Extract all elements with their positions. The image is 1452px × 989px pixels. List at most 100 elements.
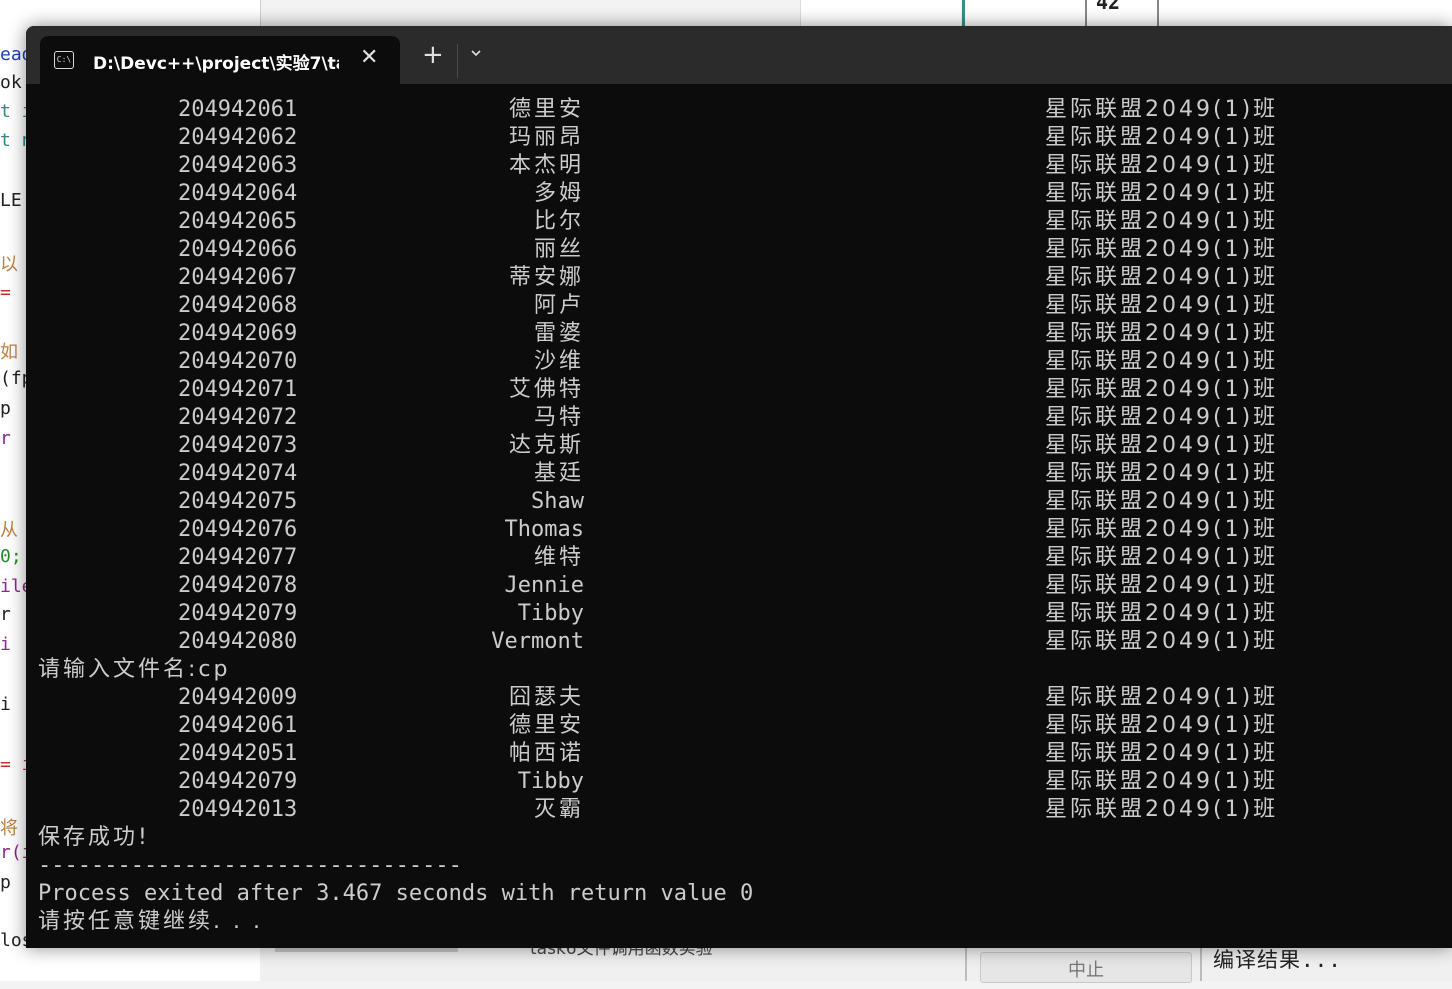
- student-id: 204942067: [178, 265, 298, 290]
- student-class: 星际联盟2049(1)班: [1045, 489, 1279, 514]
- student-name: 丽丝: [533, 237, 584, 262]
- student-class: 星际联盟2049(1)班: [1045, 265, 1279, 290]
- student-class: 星际联盟2049(1)班: [1045, 209, 1279, 234]
- background-divider: [1200, 948, 1202, 981]
- process-exit-message: Process exited after 3.467 seconds with …: [38, 881, 754, 906]
- student-name: Shaw: [531, 489, 584, 514]
- student-name: 沙维: [533, 349, 584, 374]
- background-code-line: p: [0, 398, 11, 419]
- student-id: 204942061: [178, 713, 298, 738]
- student-class: 星际联盟2049(1)班: [1045, 741, 1279, 766]
- student-id: 204942062: [178, 125, 298, 150]
- student-id: 204942078: [178, 573, 298, 598]
- background-code-line: 如: [0, 342, 18, 363]
- terminal-titlebar[interactable]: C:\ D:\Devc++\project\实验7\task7.exe ✕ +: [26, 26, 1452, 84]
- terminal-window[interactable]: C:\ D:\Devc++\project\实验7\task7.exe ✕ + …: [26, 26, 1452, 948]
- student-id: 204942072: [178, 405, 298, 430]
- student-class: 星际联盟2049(1)班: [1045, 97, 1279, 122]
- student-name: 艾佛特: [508, 377, 584, 402]
- student-name: 达克斯: [508, 433, 584, 458]
- student-name: 阿卢: [533, 293, 584, 318]
- background-code-line: =: [0, 282, 11, 303]
- student-class: 星际联盟2049(1)班: [1045, 153, 1279, 178]
- background-code-line: ok: [0, 72, 22, 93]
- student-name: Tibby: [517, 601, 584, 626]
- background-code-line: i: [0, 694, 11, 715]
- student-name: 囧瑟夫: [508, 685, 584, 710]
- student-name: 灭霸: [533, 797, 584, 822]
- student-name: 蒂安娜: [508, 265, 584, 290]
- student-class: 星际联盟2049(1)班: [1045, 461, 1279, 486]
- student-name: Jennie: [504, 573, 584, 598]
- student-id: 204942070: [178, 349, 298, 374]
- background-divider: [965, 948, 967, 981]
- student-class: 星际联盟2049(1)班: [1045, 601, 1279, 626]
- student-class: 星际联盟2049(1)班: [1045, 769, 1279, 794]
- student-id: 204942064: [178, 181, 298, 206]
- student-id: 204942068: [178, 293, 298, 318]
- plus-icon[interactable]: +: [422, 42, 444, 68]
- student-name: 德里安: [508, 713, 584, 738]
- student-name: Vermont: [491, 629, 584, 654]
- student-class: 星际联盟2049(1)班: [1045, 237, 1279, 262]
- console-app-icon: C:\: [54, 51, 74, 69]
- student-class: 星际联盟2049(1)班: [1045, 433, 1279, 458]
- background-code-line: r: [0, 604, 11, 625]
- student-class: 星际联盟2049(1)班: [1045, 629, 1279, 654]
- tab-title: D:\Devc++\project\实验7\task7.exe: [93, 54, 339, 74]
- student-id: 204942066: [178, 237, 298, 262]
- student-class: 星际联盟2049(1)班: [1045, 349, 1279, 374]
- student-id: 204942076: [178, 517, 298, 542]
- background-scrollbar[interactable]: [275, 948, 458, 952]
- background-code-line: 从: [0, 520, 18, 541]
- background-line-gutter-left: [1085, 0, 1087, 26]
- background-code-line: 将: [0, 818, 18, 839]
- student-id: 204942075: [178, 489, 298, 514]
- filename-prompt: 请输入文件名:cp: [38, 657, 231, 682]
- student-name: Tibby: [517, 769, 584, 794]
- background-top-panel: [800, 0, 961, 26]
- background-code-line: r: [0, 428, 11, 449]
- student-id: 204942080: [178, 629, 298, 654]
- student-id: 204942073: [178, 433, 298, 458]
- close-icon[interactable]: ✕: [360, 45, 378, 70]
- student-id: 204942079: [178, 769, 298, 794]
- student-class: 星际联盟2049(1)班: [1045, 377, 1279, 402]
- save-message: 保存成功!: [38, 825, 150, 850]
- titlebar-separator: [457, 44, 458, 78]
- student-name: 维特: [533, 545, 584, 570]
- student-class: 星际联盟2049(1)班: [1045, 405, 1279, 430]
- student-id: 204942074: [178, 461, 298, 486]
- stop-button[interactable]: 中止: [980, 952, 1192, 983]
- background-code-line: LE: [0, 190, 22, 211]
- console-output[interactable]: 204942061 德里安 星际联盟2049(1)班 204942062 玛丽昂 星际联盟…: [26, 84, 1452, 948]
- background-code-line: i: [0, 634, 11, 655]
- student-class: 星际联盟2049(1)班: [1045, 573, 1279, 598]
- background-line-number: 42: [1096, 0, 1121, 14]
- student-name: 德里安: [508, 97, 584, 122]
- student-class: 星际联盟2049(1)班: [1045, 293, 1279, 318]
- terminal-tab[interactable]: C:\ D:\Devc++\project\实验7\task7.exe ✕: [40, 36, 400, 84]
- student-id: 204942065: [178, 209, 298, 234]
- chevron-down-icon[interactable]: [471, 48, 481, 58]
- student-id: 204942077: [178, 545, 298, 570]
- student-id: 204942063: [178, 153, 298, 178]
- student-class: 星际联盟2049(1)班: [1045, 517, 1279, 542]
- student-name: 比尔: [533, 209, 584, 234]
- student-id: 204942069: [178, 321, 298, 346]
- student-name: 帕西诺: [508, 741, 584, 766]
- student-class: 星际联盟2049(1)班: [1045, 321, 1279, 346]
- student-class: 星际联盟2049(1)班: [1045, 797, 1279, 822]
- student-id: 204942079: [178, 601, 298, 626]
- compile-result-label: 编译结果...: [1213, 948, 1342, 972]
- press-key-message: 请按任意键继续. . .: [38, 909, 263, 934]
- background-code-line: p: [0, 872, 11, 893]
- student-id: 204942009: [178, 685, 298, 710]
- separator-line: --------------------------------: [38, 853, 462, 878]
- student-name: 马特: [533, 405, 584, 430]
- student-class: 星际联盟2049(1)班: [1045, 713, 1279, 738]
- student-class: 星际联盟2049(1)班: [1045, 125, 1279, 150]
- student-id: 204942013: [178, 797, 298, 822]
- background-line-gutter-right: [1157, 0, 1159, 26]
- background-top-right-panel: [965, 0, 1452, 26]
